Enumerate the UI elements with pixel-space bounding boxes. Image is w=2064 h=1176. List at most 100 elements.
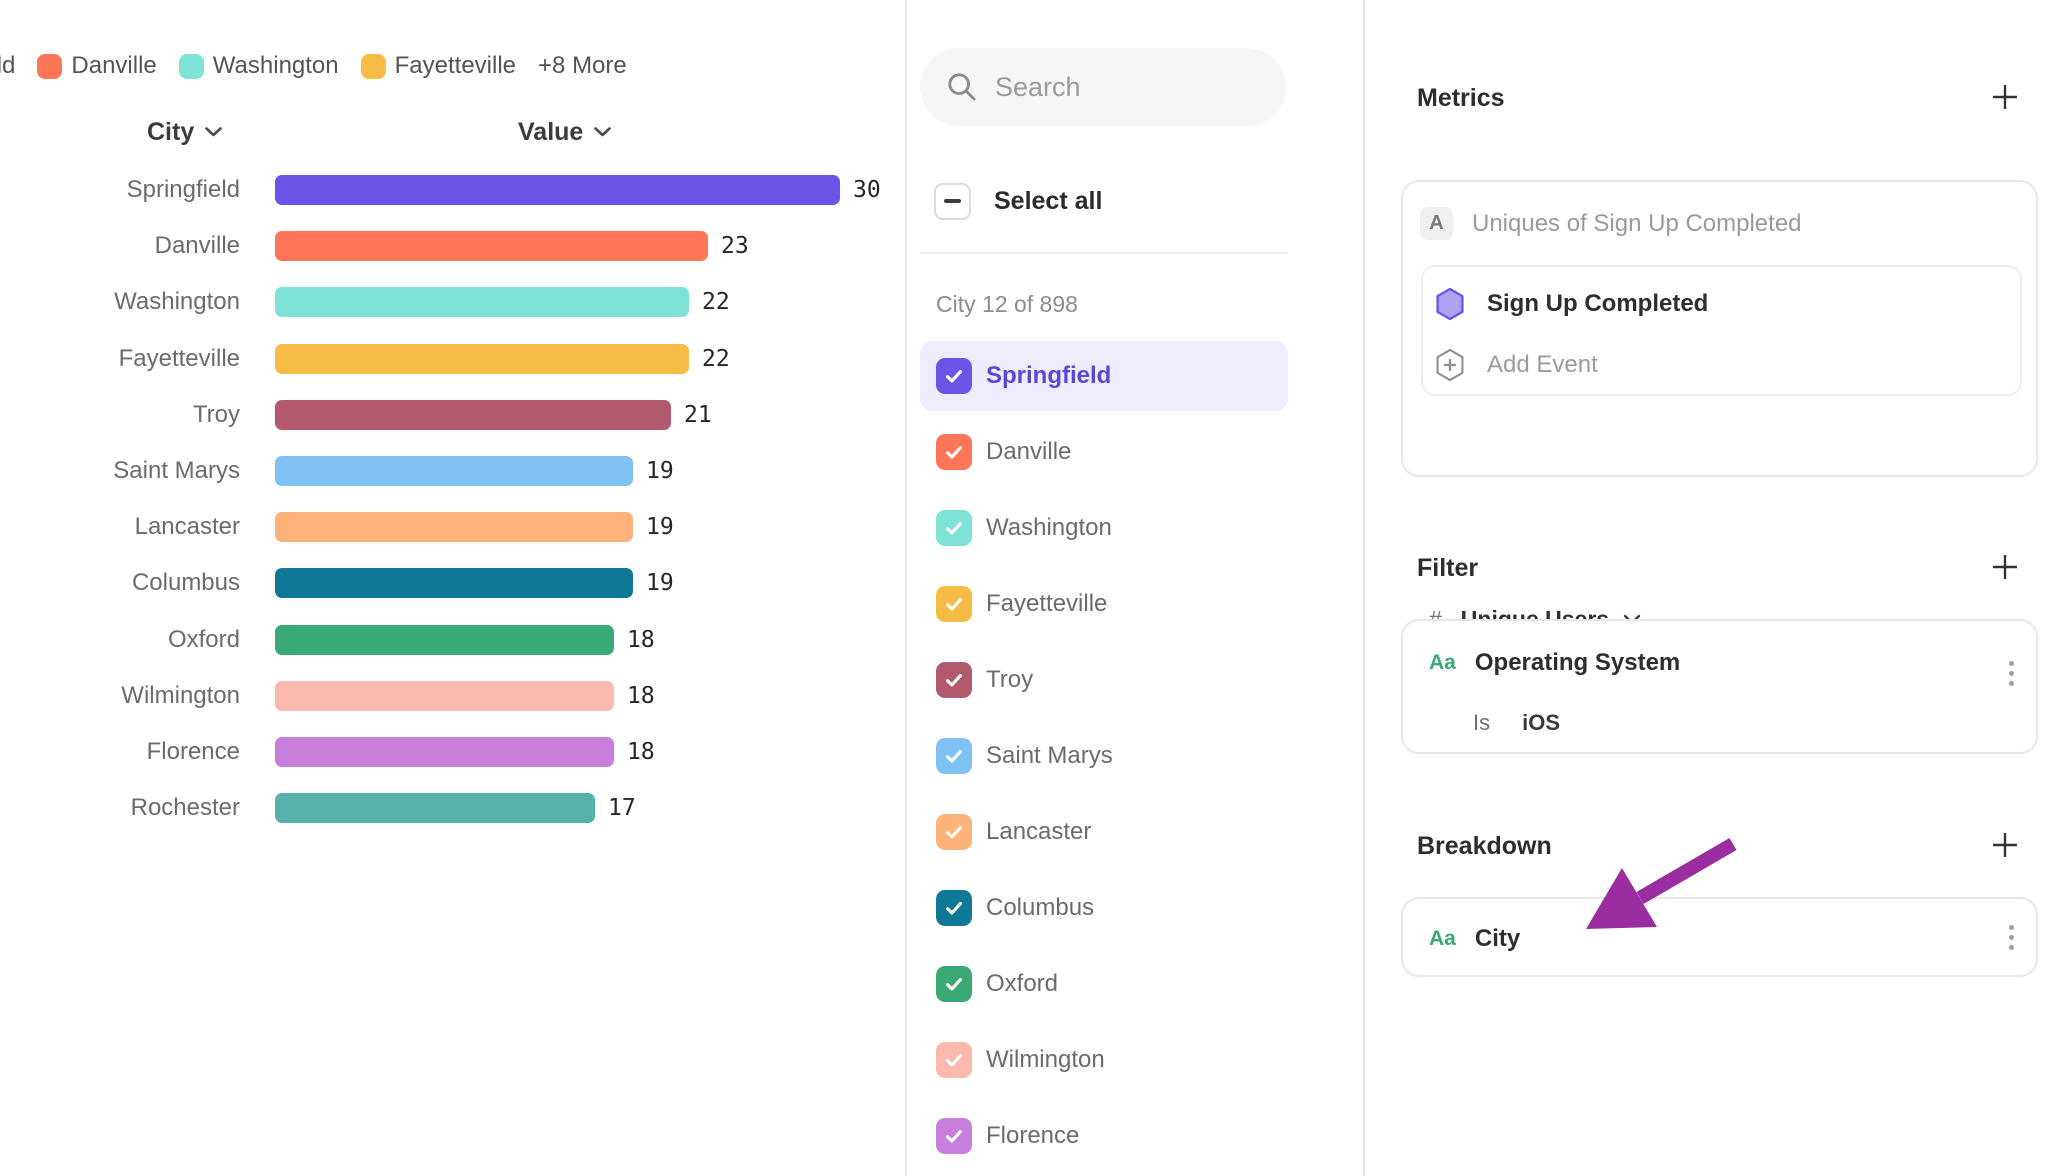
city-list-item[interactable]: Florence xyxy=(920,1098,1288,1174)
column-header-city[interactable]: City xyxy=(147,118,223,146)
add-event-row[interactable]: Add Event xyxy=(1434,339,1598,391)
row-highlight xyxy=(920,797,1288,867)
chart-bar[interactable] xyxy=(275,456,633,486)
city-selector-panel: Select all City 12 of 898 SpringfieldDan… xyxy=(905,0,1365,1176)
filter-property-row[interactable]: Aa Operating System xyxy=(1429,639,1680,687)
filter-condition-row[interactable]: Is iOS xyxy=(1473,701,1560,745)
chart-bar[interactable] xyxy=(275,625,614,655)
select-all-row[interactable]: Select all xyxy=(934,182,1102,220)
filter-section-title: Filter xyxy=(1417,554,1478,583)
search-box[interactable] xyxy=(920,48,1286,126)
add-filter-button[interactable] xyxy=(1990,552,2020,582)
row-highlight xyxy=(920,873,1288,943)
checkmark-icon xyxy=(943,897,965,919)
breakdown-property-row[interactable]: Aa City xyxy=(1429,915,1520,963)
city-list-item[interactable]: Fayetteville xyxy=(920,566,1288,642)
filter-menu-button[interactable] xyxy=(2009,661,2014,686)
chevron-down-icon xyxy=(593,126,612,138)
legend-item[interactable]: Fayetteville xyxy=(361,52,516,80)
metric-summary-label: Uniques of Sign Up Completed xyxy=(1472,210,1802,238)
add-breakdown-button[interactable] xyxy=(1990,830,2020,860)
legend-label: Washington xyxy=(213,52,339,80)
search-input[interactable] xyxy=(995,72,1265,103)
row-highlight xyxy=(920,645,1288,715)
chart-bar[interactable] xyxy=(275,344,689,374)
city-list-item[interactable]: Springfield xyxy=(920,338,1288,414)
metrics-section-title: Metrics xyxy=(1417,84,1505,113)
chart-bar[interactable] xyxy=(275,512,633,542)
chart-bar-value: 19 xyxy=(646,499,674,555)
breakdown-property-name: City xyxy=(1475,925,1520,953)
city-checkbox[interactable] xyxy=(936,1042,972,1078)
chart-row: Florence18 xyxy=(0,724,903,780)
city-label: Oxford xyxy=(986,946,1058,1022)
city-label: Fayetteville xyxy=(986,566,1107,642)
breakdown-section-title: Breakdown xyxy=(1417,832,1552,861)
city-checkbox[interactable] xyxy=(936,890,972,926)
filter-card[interactable]: Aa Operating System Is iOS xyxy=(1401,619,2038,754)
string-type-icon: Aa xyxy=(1429,927,1456,951)
city-list-item[interactable]: Columbus xyxy=(920,870,1288,946)
chart-bar[interactable] xyxy=(275,400,671,430)
breakdown-menu-button[interactable] xyxy=(2009,925,2014,950)
chart-row: Washington 22 xyxy=(0,274,903,330)
chart-bar[interactable] xyxy=(275,737,614,767)
city-list-item[interactable]: Lancaster xyxy=(920,794,1288,870)
city-checkbox[interactable] xyxy=(936,966,972,1002)
city-checkbox[interactable] xyxy=(936,814,972,850)
legend-item[interactable]: Springfield xyxy=(0,52,15,80)
city-checkbox[interactable] xyxy=(936,1118,972,1154)
legend-more-button[interactable]: +8 More xyxy=(538,52,627,80)
breakdown-card[interactable]: Aa City xyxy=(1401,897,2038,977)
city-checkbox[interactable] xyxy=(936,586,972,622)
city-list-item[interactable]: Wilmington xyxy=(920,1022,1288,1098)
city-label: Wilmington xyxy=(986,1022,1105,1098)
legend-label: Danville xyxy=(71,52,156,80)
select-all-checkbox[interactable] xyxy=(934,183,971,220)
city-list-item[interactable]: Saint Marys xyxy=(920,718,1288,794)
chart-bar[interactable] xyxy=(275,287,689,317)
city-label: Florence xyxy=(986,1098,1079,1174)
event-row[interactable]: Sign Up Completed xyxy=(1434,278,1708,330)
chart-bar[interactable] xyxy=(275,231,708,261)
metric-letter-badge: A xyxy=(1420,207,1453,240)
column-header-value[interactable]: Value xyxy=(518,118,612,146)
select-all-label: Select all xyxy=(994,187,1102,216)
legend-item[interactable]: Washington xyxy=(179,52,339,80)
chart-legend: Springfield Danville Washington Fayettevill… xyxy=(0,52,627,80)
chart-bar[interactable] xyxy=(275,568,633,598)
filter-property-name: Operating System xyxy=(1475,649,1680,677)
city-list-item[interactable]: Danville xyxy=(920,414,1288,490)
chart-row-label: Saint Marys xyxy=(0,443,240,499)
city-checkbox[interactable] xyxy=(936,434,972,470)
chart-bar[interactable] xyxy=(275,793,595,823)
city-label: Columbus xyxy=(986,870,1094,946)
add-metric-button[interactable] xyxy=(1990,82,2020,112)
chart-bar[interactable] xyxy=(275,175,840,205)
city-checkbox[interactable] xyxy=(936,738,972,774)
city-checkbox[interactable] xyxy=(936,358,972,394)
chart-bar-value: 22 xyxy=(702,274,730,330)
chart-bar-value: 30 xyxy=(853,162,881,218)
chart-row-label: Washington xyxy=(0,274,240,330)
string-type-icon: Aa xyxy=(1429,651,1456,675)
city-list-item[interactable]: Oxford xyxy=(920,946,1288,1022)
chart-row: Columbus19 xyxy=(0,555,903,611)
city-list-item[interactable]: Troy xyxy=(920,642,1288,718)
inspector-panel: Metrics A Uniques of Sign Up Completed S… xyxy=(1365,0,2064,1176)
row-highlight xyxy=(920,417,1288,487)
chart-bar[interactable] xyxy=(275,681,614,711)
value-column-label: Value xyxy=(518,118,583,147)
city-label: Saint Marys xyxy=(986,718,1113,794)
event-name: Sign Up Completed xyxy=(1487,290,1708,318)
chart-row-label: Springfield xyxy=(0,162,240,218)
city-checkbox[interactable] xyxy=(936,510,972,546)
event-hexagon-icon xyxy=(1434,287,1466,321)
city-list-item[interactable]: Washington xyxy=(920,490,1288,566)
legend-swatch xyxy=(37,54,62,79)
legend-item[interactable]: Danville xyxy=(37,52,156,80)
metric-card[interactable]: A Uniques of Sign Up Completed Sign Up C… xyxy=(1401,180,2038,477)
city-checkbox[interactable] xyxy=(936,662,972,698)
city-label: Lancaster xyxy=(986,794,1091,870)
checkmark-icon xyxy=(943,973,965,995)
